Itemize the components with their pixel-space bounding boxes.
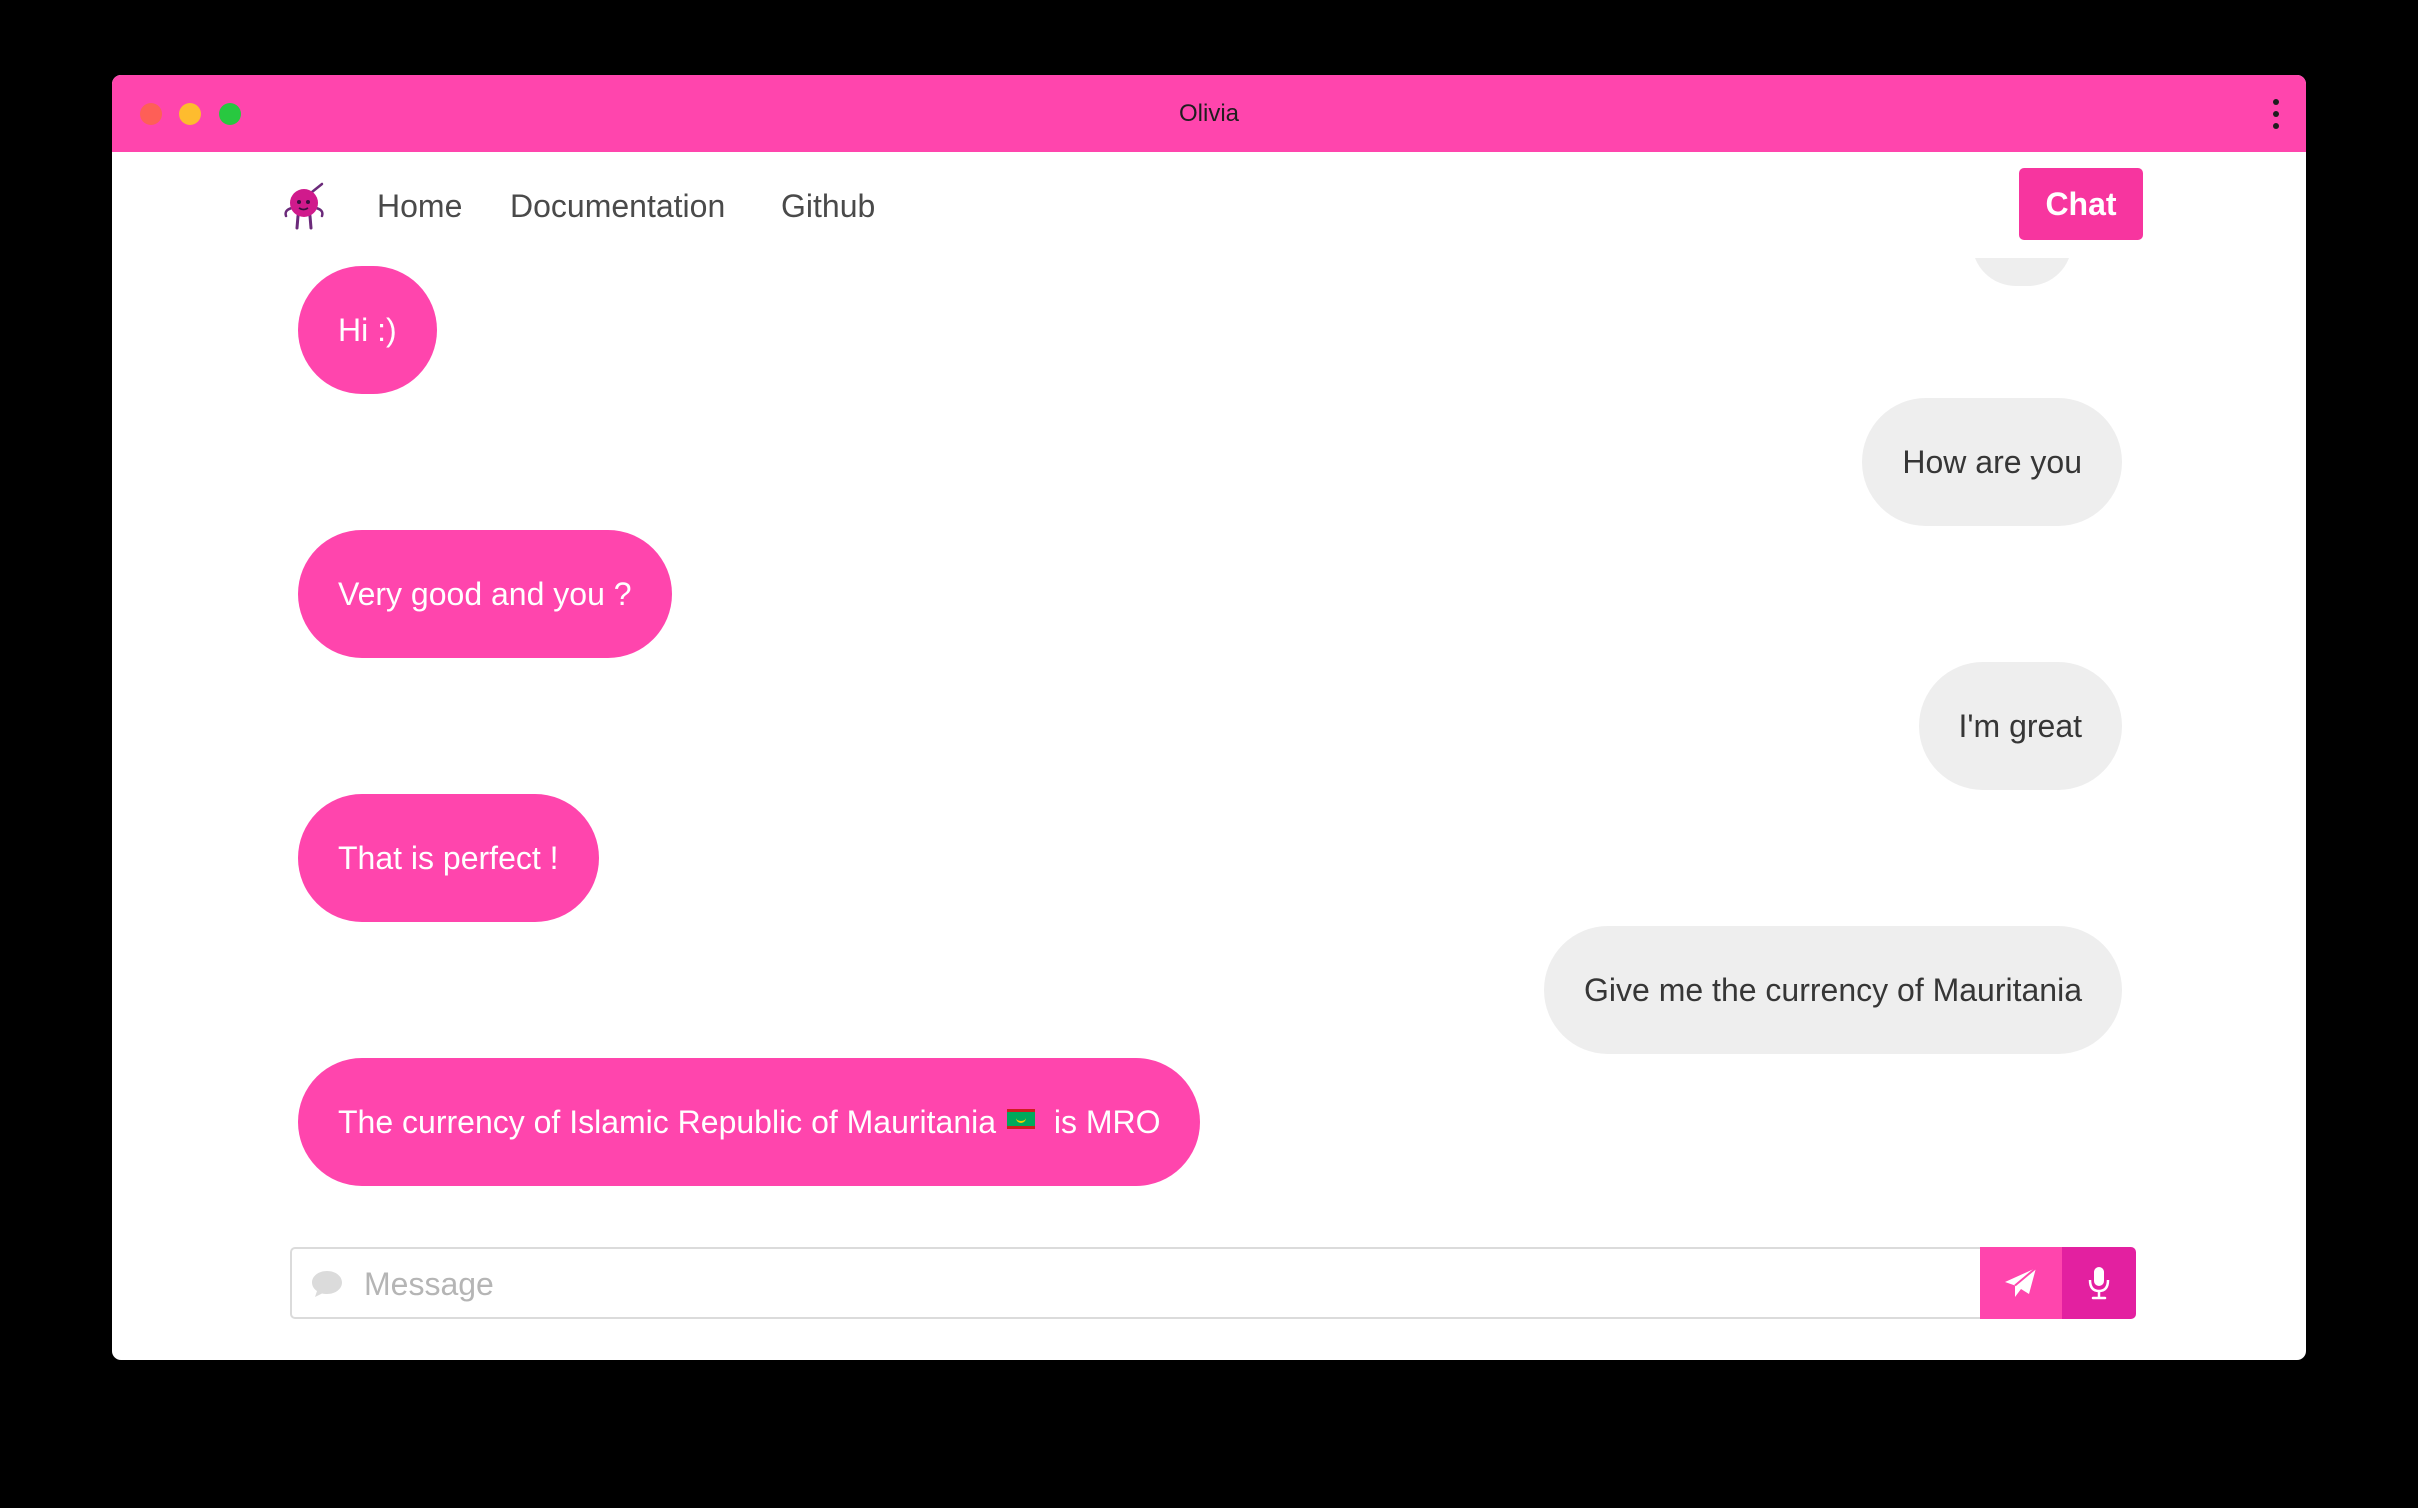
message-text: Give me the currency of Mauritania bbox=[1584, 972, 2082, 1008]
window-title: Olivia bbox=[1178, 100, 1239, 127]
chat-messages[interactable]: Hi :) How are you Very good and you ? I'… bbox=[112, 258, 2306, 1298]
nav-documentation-link[interactable]: Documentation bbox=[510, 185, 725, 227]
message-composer bbox=[290, 1247, 2136, 1319]
bot-message: The currency of Islamic Republic of Maur… bbox=[298, 1058, 1201, 1186]
microphone-icon bbox=[2088, 1267, 2110, 1300]
previous-user-message bbox=[1972, 258, 2072, 286]
user-message: How are you bbox=[1862, 398, 2122, 526]
title-bar: Olivia bbox=[112, 75, 2306, 152]
message-text: Hi :) bbox=[338, 312, 397, 348]
message-text: How are you bbox=[1902, 444, 2082, 480]
nav-github-link[interactable]: Github bbox=[781, 185, 875, 227]
nav-home-link[interactable]: Home bbox=[377, 185, 462, 227]
bot-message: That is perfect ! bbox=[298, 794, 599, 922]
mauritania-flag-icon bbox=[1006, 1108, 1035, 1129]
send-icon bbox=[2005, 1267, 2037, 1297]
message-text: The currency of Islamic Republic of Maur… bbox=[338, 1104, 997, 1140]
user-message: Give me the currency of Mauritania bbox=[1544, 926, 2122, 1054]
olivia-robot-icon[interactable] bbox=[282, 182, 328, 230]
user-message: I'm great bbox=[1918, 662, 2122, 790]
more-options-icon[interactable] bbox=[2272, 99, 2280, 129]
message-text: I'm great bbox=[1958, 708, 2082, 744]
microphone-button[interactable] bbox=[2062, 1247, 2136, 1319]
send-button[interactable] bbox=[1980, 1247, 2062, 1319]
message-field-container bbox=[290, 1247, 1980, 1319]
message-input[interactable] bbox=[362, 1249, 1966, 1319]
message-text: is MRO bbox=[1053, 1104, 1161, 1140]
bot-message: Hi :) bbox=[298, 266, 437, 394]
bot-message: Very good and you ? bbox=[298, 530, 672, 658]
message-text: That is perfect ! bbox=[338, 840, 559, 876]
message-text: Very good and you ? bbox=[338, 576, 632, 612]
app-window: Olivia Home Documentation Github Chat Hi… bbox=[112, 75, 2306, 1360]
chat-button[interactable]: Chat bbox=[2019, 168, 2143, 240]
chat-bubble-icon bbox=[312, 1271, 342, 1297]
